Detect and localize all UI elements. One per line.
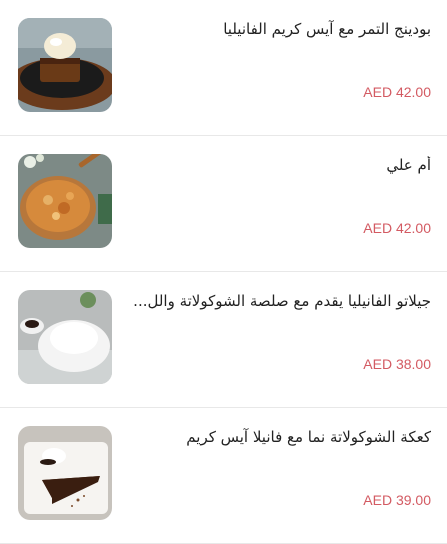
date-pudding-photo [18,18,112,112]
item-title: جيلاتو الفانيليا يقدم مع صلصة الشوكولاتة… [133,292,431,310]
vanilla-gelato-photo [18,290,112,384]
item-price: AED 39.00 [363,492,431,508]
chocolate-cake-photo [18,426,112,520]
item-price: AED 42.00 [363,84,431,100]
menu-list: بودينج التمر مع آيس كريم الفانيليا AED 4… [0,0,447,544]
item-price: AED 42.00 [363,220,431,236]
item-title: كعكة الشوكولاتة نما مع فانيلا آيس كريم [186,428,431,446]
menu-item-chocolate-cake[interactable]: كعكة الشوكولاتة نما مع فانيلا آيس كريم A… [0,408,447,544]
item-title: بودينج التمر مع آيس كريم الفانيليا [223,20,431,38]
menu-item-umm-ali[interactable]: أم علي AED 42.00 [0,136,447,272]
item-title: أم علي [386,156,431,174]
item-price: AED 38.00 [363,356,431,372]
menu-item-vanilla-gelato[interactable]: جيلاتو الفانيليا يقدم مع صلصة الشوكولاتة… [0,272,447,408]
menu-item-date-pudding[interactable]: بودينج التمر مع آيس كريم الفانيليا AED 4… [0,0,447,136]
umm-ali-photo [18,154,112,248]
